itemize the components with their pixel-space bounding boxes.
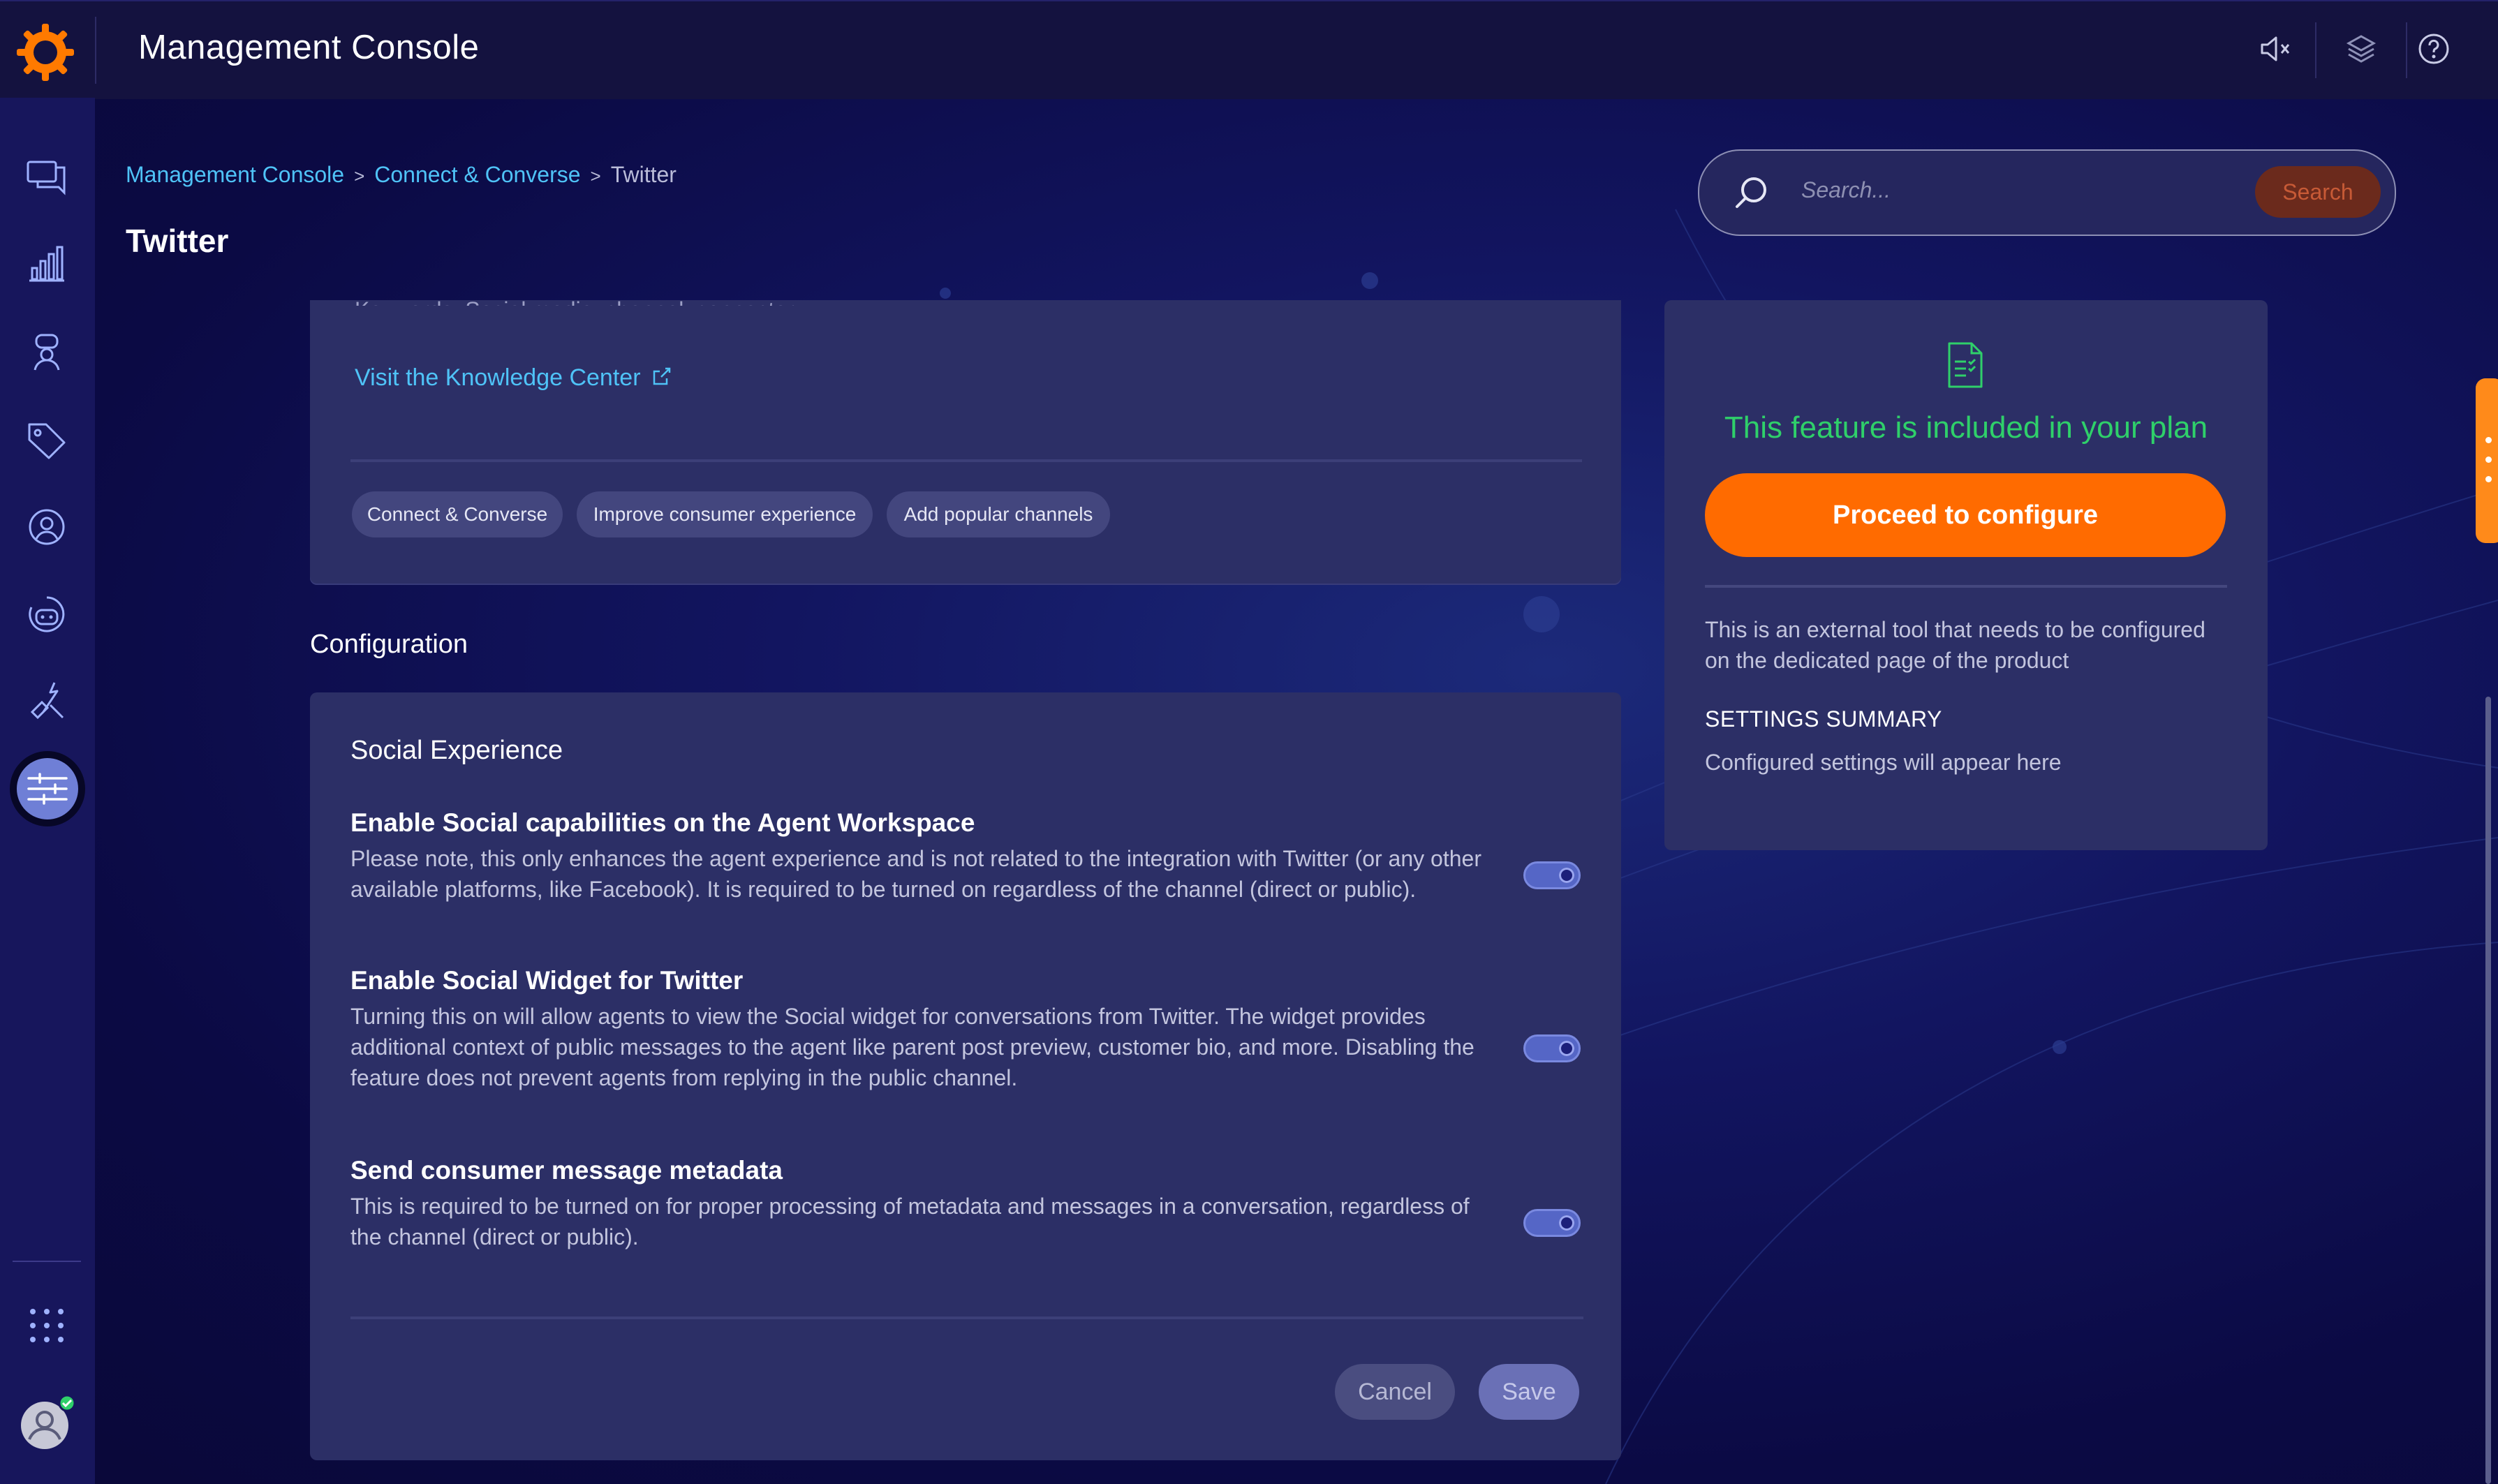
external-tool-note: This is an external tool that needs to b… (1705, 617, 2205, 673)
external-link-icon (653, 367, 671, 385)
setting-title: Send consumer message metadata (350, 1156, 783, 1185)
setting-description: Please note, this only enhances the agen… (350, 846, 1481, 902)
topbar-divider (95, 17, 96, 84)
setting-title: Enable Social Widget for Twitter (350, 966, 744, 995)
plan-included-text: This feature is included in your plan (1724, 410, 2208, 445)
social-capabilities-toggle[interactable] (1523, 861, 1581, 889)
breadcrumb-current: Twitter (610, 162, 677, 187)
search-input[interactable]: Search... (1801, 177, 1891, 203)
conversations-icon[interactable] (22, 152, 71, 201)
setting-title: Enable Social capabilities on the Agent … (350, 808, 975, 837)
user-avatar-icon[interactable] (18, 1393, 77, 1452)
breadcrumb: Management Console > Connect & Converse > Tw… (126, 162, 677, 188)
cancel-button[interactable]: Cancel (1335, 1364, 1455, 1420)
users-icon[interactable] (22, 503, 71, 551)
section-heading: Social Experience (350, 736, 563, 765)
card-divider (350, 1316, 1583, 1319)
knowledge-center-label[interactable]: Visit the Knowledge Center (355, 364, 641, 391)
document-check-icon (1948, 342, 1983, 388)
rail-divider (13, 1261, 81, 1262)
breadcrumb-management-console[interactable]: Management Console (126, 162, 344, 187)
keywords-text: Keywords: Social media, channel, connect… (355, 282, 795, 306)
management-console-icon[interactable] (23, 764, 72, 813)
brand-logo-icon[interactable] (14, 21, 77, 84)
tab-dot (2485, 457, 2492, 463)
tab-dot (2485, 476, 2492, 482)
page-scrollbar[interactable] (2485, 697, 2491, 1484)
help-icon[interactable] (2413, 28, 2455, 70)
topbar-separator (2315, 22, 2316, 78)
analytics-icon[interactable] (22, 240, 71, 289)
tags-icon[interactable] (22, 416, 71, 465)
social-widget-toggle[interactable] (1523, 1034, 1581, 1062)
search-icon (1736, 177, 1766, 208)
settings-summary-text: Configured settings will appear here (1705, 750, 2062, 775)
search-button[interactable]: Search (2255, 166, 2381, 218)
overview-card (310, 300, 1621, 585)
apps-grid-icon[interactable] (22, 1301, 71, 1350)
app-root: Management Console Management Console > … (0, 0, 2498, 1484)
topbar-separator (2406, 22, 2407, 78)
automation-icon[interactable] (22, 677, 71, 726)
breadcrumb-separator: > (354, 165, 365, 186)
tab-dot (2485, 437, 2492, 443)
breadcrumb-connect-converse[interactable]: Connect & Converse (374, 162, 580, 187)
toggle-knob (1559, 1215, 1574, 1231)
breadcrumb-separator: > (590, 165, 601, 186)
app-title: Management Console (138, 29, 480, 66)
plan-divider (1705, 585, 2227, 588)
bot-icon[interactable] (22, 591, 71, 639)
tag-chip[interactable]: Improve consumer experience (577, 491, 873, 537)
card-divider (350, 459, 1582, 462)
tag-chip[interactable]: Connect & Converse (352, 491, 563, 537)
tag-chip[interactable]: Add popular channels (887, 491, 1110, 537)
setting-description: Turning this on will allow agents to vie… (350, 1004, 1475, 1090)
top-bar: Management Console (0, 0, 2498, 99)
toggle-knob (1559, 1041, 1574, 1056)
agent-manager-icon[interactable] (22, 328, 71, 377)
mute-icon[interactable] (2254, 28, 2296, 70)
save-button[interactable]: Save (1479, 1364, 1579, 1420)
settings-summary-heading: SETTINGS SUMMARY (1705, 706, 1942, 732)
setting-description: This is required to be turned on for pro… (350, 1194, 1470, 1249)
toggle-knob (1559, 868, 1574, 883)
page-title: Twitter (126, 223, 229, 259)
knowledge-center-link[interactable]: Visit the Knowledge Center (355, 364, 672, 392)
layers-icon[interactable] (2340, 28, 2382, 70)
message-metadata-toggle[interactable] (1523, 1209, 1581, 1237)
search-bar: Search... Search (1698, 149, 2396, 236)
side-panel-tab[interactable] (2476, 378, 2498, 543)
configuration-heading: Configuration (310, 630, 468, 659)
proceed-to-configure-button[interactable]: Proceed to configure (1705, 473, 2226, 557)
